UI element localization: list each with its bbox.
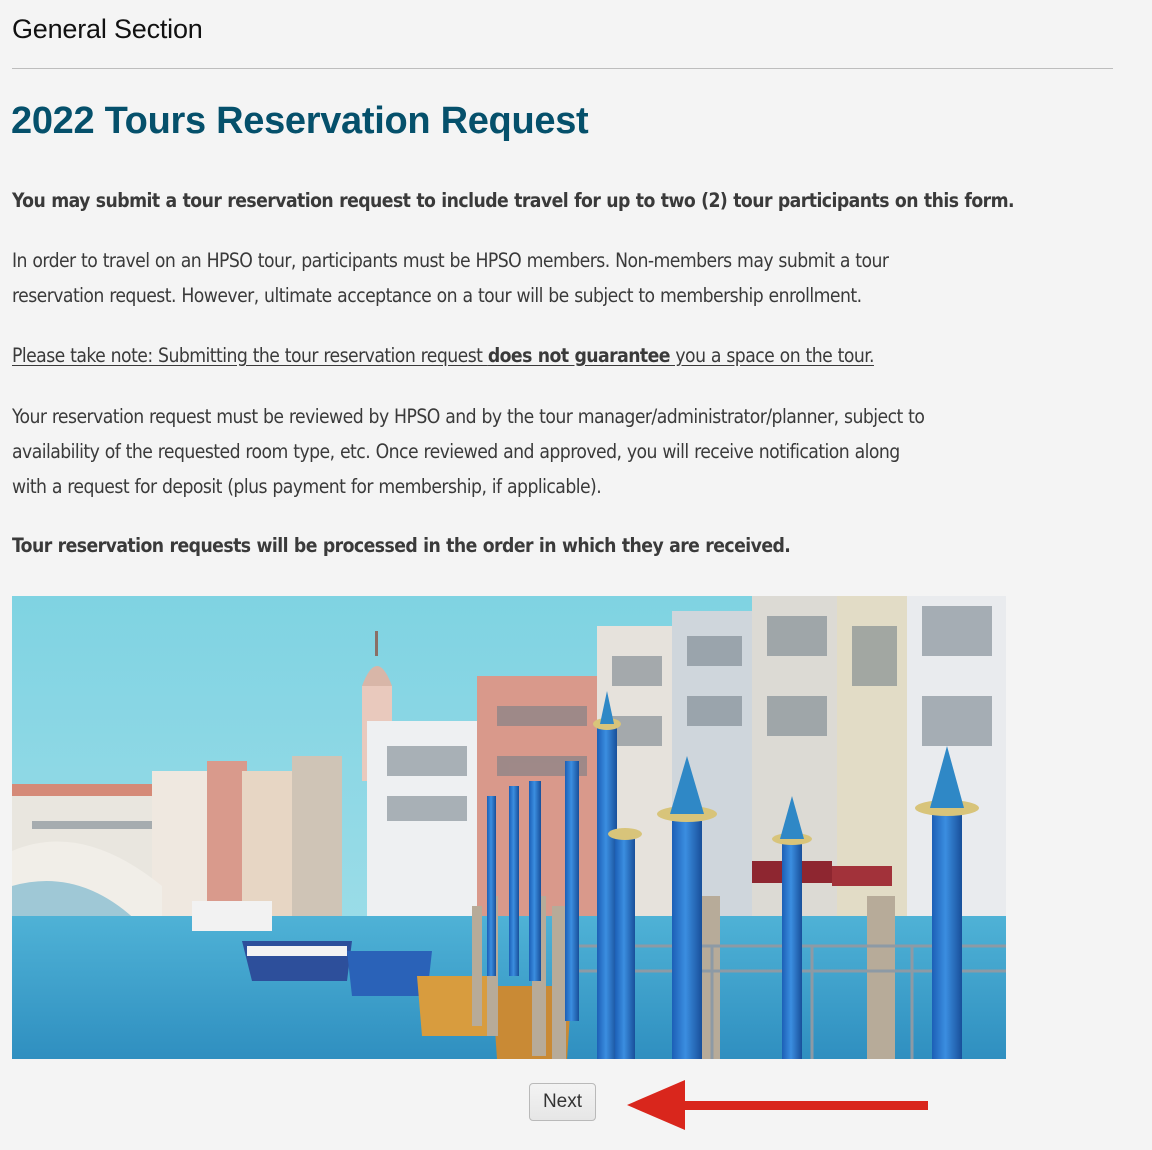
venice-scene: [12, 596, 1006, 1059]
membership-line-2: reservation request. However, ultimate a…: [12, 284, 862, 307]
review-line-2: availability of the requested room type,…: [12, 440, 900, 463]
left-arrow-icon: [627, 1080, 928, 1130]
review-line-1: Your reservation request must be reviewe…: [12, 405, 925, 428]
membership-paragraph: In order to travel on an HPSO tour, part…: [12, 243, 1132, 313]
note-suffix: you a space on the tour.: [669, 344, 874, 367]
intro-paragraph: You may submit a tour reservation reques…: [12, 189, 1015, 212]
review-paragraph: Your reservation request must be reviewe…: [12, 399, 1132, 504]
building: [207, 761, 247, 921]
boat-stripe: [247, 946, 347, 956]
building: [292, 756, 342, 926]
note-prefix: Please take note: Submitting the tour re…: [12, 344, 488, 367]
awning: [832, 866, 892, 886]
tower-spire: [375, 631, 378, 656]
venice-banner-image: [12, 596, 1006, 1059]
arrow-head: [627, 1080, 685, 1130]
header-divider: [12, 68, 1113, 69]
next-button[interactable]: Next: [529, 1083, 596, 1121]
roof: [12, 784, 162, 796]
review-line-3: with a request for deposit (plus payment…: [12, 475, 602, 498]
note-paragraph: Please take note: Submitting the tour re…: [12, 338, 1132, 373]
building: [242, 771, 297, 921]
page-title: 2022 Tours Reservation Request: [11, 100, 589, 142]
arrow-shaft: [682, 1101, 928, 1110]
note-emphasis: does not guarantee: [487, 344, 671, 367]
processing-paragraph: Tour reservation requests will be proces…: [12, 534, 791, 557]
vaporetto: [192, 901, 272, 931]
membership-line-1: In order to travel on an HPSO tour, part…: [12, 249, 889, 272]
section-header: General Section: [12, 14, 203, 44]
